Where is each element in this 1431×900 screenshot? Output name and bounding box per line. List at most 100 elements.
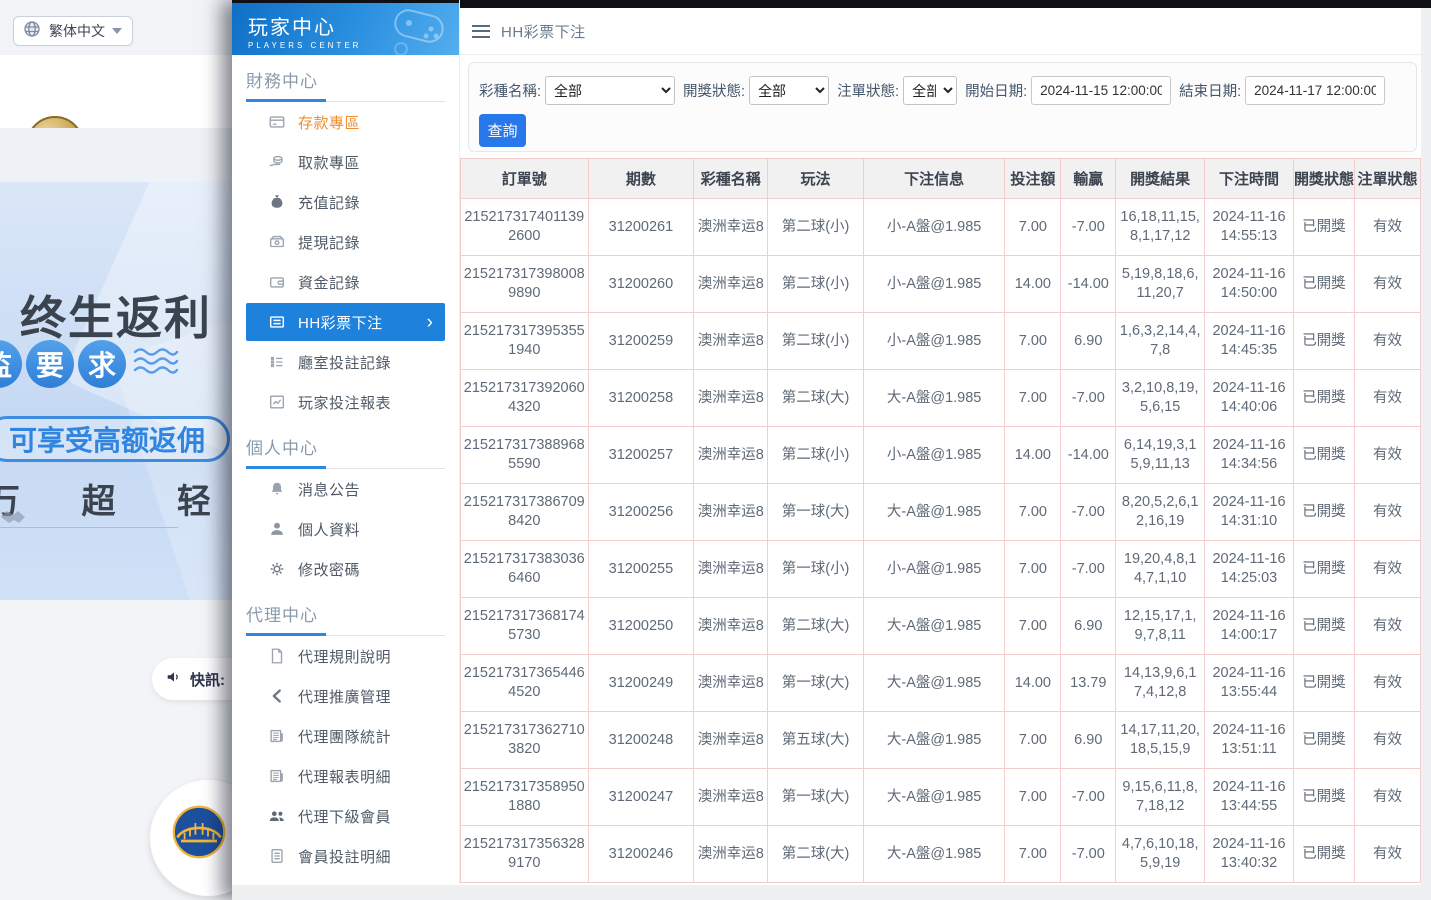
table-cell: 小-A盤@1.985: [863, 256, 1005, 313]
table-row: 215217317388968559031200257澳洲幸运8第二球(小)小-…: [461, 427, 1421, 484]
table-cell: 2152173173681745730: [461, 598, 589, 655]
bets-table: 訂單號期數彩種名稱玩法下注信息投注額輸贏開獎結果下注時間開獎狀態注單狀態 215…: [460, 158, 1421, 883]
page: 繁体中文 U USDT CASINO 终生返利 监要求 可享受高额返佣 万 超 …: [0, 0, 1431, 900]
sidebar-item[interactable]: 資金記錄: [246, 262, 445, 302]
column-header: 彩種名稱: [694, 159, 768, 199]
table-cell: 31200257: [588, 427, 694, 484]
menu-icon[interactable]: [472, 25, 490, 38]
table-cell: 第二球(小): [768, 199, 864, 256]
table-cell: 澳洲幸运8: [694, 370, 768, 427]
sidebar-item-label: 個人資料: [298, 519, 360, 540]
table-cell: 第一球(大): [768, 655, 864, 712]
top-bar: 繁体中文: [0, 0, 232, 55]
search-button[interactable]: 查詢: [479, 114, 526, 147]
sidebar-item-label: 會員投註明細: [298, 846, 391, 867]
table-cell: 小-A盤@1.985: [863, 541, 1005, 598]
table-cell: 7.00: [1005, 484, 1061, 541]
table-cell: 澳洲幸运8: [694, 313, 768, 370]
sidebar-item[interactable]: 取款專區: [246, 142, 445, 182]
sidebar-item[interactable]: 廳室投註記錄: [246, 342, 445, 382]
table-cell: 31200249: [588, 655, 694, 712]
sidebar-item-label: 取款專區: [298, 152, 360, 173]
table-cell: 2024-11-16 14:25:03: [1205, 541, 1294, 598]
table-cell: 大-A盤@1.985: [863, 655, 1005, 712]
table-cell: 已開獎: [1293, 541, 1354, 598]
table-cell: 2024-11-16 14:55:13: [1205, 199, 1294, 256]
table-cell: 31200248: [588, 712, 694, 769]
table-cell: 7.00: [1005, 199, 1061, 256]
table-cell: 已開獎: [1293, 655, 1354, 712]
table-cell: -14.00: [1061, 427, 1116, 484]
table-cell: 6.90: [1061, 313, 1116, 370]
sidebar: 玩家中心 PLAYERS CENTER 財務中心存款專區取款專區充值記錄提現記錄…: [232, 0, 460, 885]
background-page: 繁体中文 U USDT CASINO 终生返利 监要求 可享受高额返佣 万 超 …: [0, 0, 232, 900]
sidebar-item-label: 代理報表明細: [298, 766, 391, 787]
draw-status-select[interactable]: 全部: [749, 76, 829, 105]
table-body: 215217317401139260031200261澳洲幸运8第二球(小)小-…: [461, 199, 1421, 883]
table-cell: 第五球(大): [768, 712, 864, 769]
table-row: 215217317386709842031200256澳洲幸运8第一球(大)大-…: [461, 484, 1421, 541]
table-cell: 有效: [1354, 769, 1420, 826]
sidebar-section-title: 個人中心: [246, 434, 445, 459]
table-cell: 有效: [1354, 370, 1420, 427]
main-content: HH彩票下注 彩種名稱: 全部 開獎狀態: 全部 注單狀態: 全部: [460, 8, 1421, 885]
sidebar-item-label: 玩家投注報表: [298, 392, 391, 413]
table-cell: 7.00: [1005, 769, 1061, 826]
table-row: 215217317365446452031200249澳洲幸运8第一球(大)大-…: [461, 655, 1421, 712]
table-cell: 6.90: [1061, 712, 1116, 769]
sidebar-item[interactable]: 修改密碼: [246, 549, 445, 589]
table-cell: 小-A盤@1.985: [863, 313, 1005, 370]
order-status-select[interactable]: 全部: [903, 76, 957, 105]
table-cell: 16,18,11,15,8,1,17,12: [1116, 199, 1205, 256]
table-cell: 第一球(小): [768, 541, 864, 598]
sidebar-item[interactable]: 個人資料: [246, 509, 445, 549]
team-stats-icon: [268, 727, 286, 745]
table-cell: 澳洲幸运8: [694, 712, 768, 769]
news-ticker[interactable]: 快訊:: [152, 658, 232, 700]
bridge-logo-icon[interactable]: [172, 805, 226, 864]
table-row: 215217317401139260031200261澳洲幸运8第二球(小)小-…: [461, 199, 1421, 256]
table-cell: 7.00: [1005, 712, 1061, 769]
column-header: 注單狀態: [1354, 159, 1420, 199]
sidebar-item[interactable]: 消息公告: [246, 469, 445, 509]
table-cell: 大-A盤@1.985: [863, 370, 1005, 427]
sidebar-item[interactable]: HH彩票下注›: [246, 303, 445, 341]
sidebar-item[interactable]: 會員投註明細: [246, 836, 445, 876]
table-cell: 澳洲幸运8: [694, 598, 768, 655]
speaker-icon: [165, 668, 183, 691]
table-cell: 小-A盤@1.985: [863, 199, 1005, 256]
globe-icon: [22, 19, 42, 44]
table-cell: 2152173173627103820: [461, 712, 589, 769]
sidebar-item[interactable]: 存款專區: [246, 102, 445, 142]
table-cell: 2152173173563289170: [461, 826, 589, 883]
table-cell: -7.00: [1061, 484, 1116, 541]
end-date-input[interactable]: [1245, 76, 1385, 105]
table-cell: 7.00: [1005, 598, 1061, 655]
sidebar-item-label: 提現記錄: [298, 232, 360, 253]
lottery-name-select[interactable]: 全部: [545, 76, 675, 105]
table-cell: 31200260: [588, 256, 694, 313]
sidebar-item[interactable]: 提現記錄: [246, 222, 445, 262]
sidebar-item[interactable]: 玩家投注報表: [246, 382, 445, 422]
sidebar-item[interactable]: 代理下級會員: [246, 796, 445, 836]
start-date-label: 開始日期:: [965, 80, 1027, 101]
start-date-input[interactable]: [1031, 76, 1171, 105]
sidebar-item[interactable]: 代理團隊統計: [246, 716, 445, 756]
table-cell: 已開獎: [1293, 427, 1354, 484]
table-cell: 9,15,6,11,8,7,18,12: [1116, 769, 1205, 826]
table-cell: 2152173173867098420: [461, 484, 589, 541]
table-cell: 8,20,5,2,6,12,16,19: [1116, 484, 1205, 541]
table-row: 215217317356328917031200246澳洲幸运8第二球(大)大-…: [461, 826, 1421, 883]
table-cell: 14.00: [1005, 427, 1061, 484]
sidebar-item[interactable]: 代理規則說明: [246, 636, 445, 676]
table-cell: 3,2,10,8,19,5,6,15: [1116, 370, 1205, 427]
sidebar-item[interactable]: 代理推廣管理: [246, 676, 445, 716]
sidebar-item[interactable]: 充值記錄: [246, 182, 445, 222]
table-cell: 有效: [1354, 484, 1420, 541]
language-selector[interactable]: 繁体中文: [13, 16, 133, 46]
table-cell: 2024-11-16 14:45:35: [1205, 313, 1294, 370]
sidebar-item[interactable]: 代理報表明細: [246, 756, 445, 796]
chevron-down-icon: [112, 28, 122, 34]
divider: [0, 527, 178, 528]
table-cell: 第二球(小): [768, 256, 864, 313]
